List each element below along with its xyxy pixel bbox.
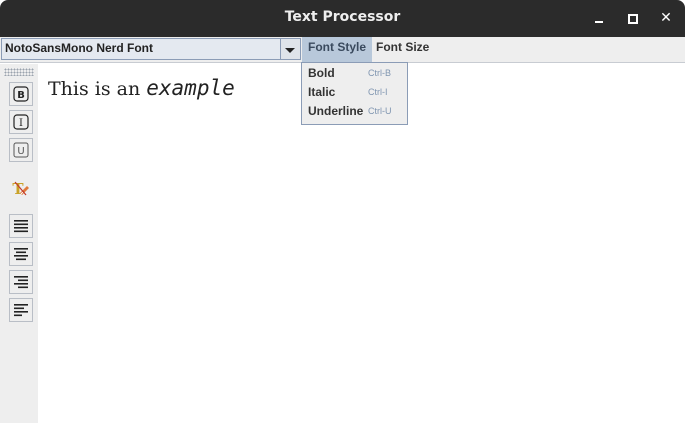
menu-item-bold[interactable]: Bold Ctrl-B — [302, 64, 407, 83]
minimize-icon[interactable] — [590, 9, 608, 27]
menu-item-label: Underline — [308, 104, 364, 118]
svg-text:B: B — [17, 90, 25, 101]
menu-item-shortcut: Ctrl-I — [368, 87, 388, 97]
window-title: Text Processor — [284, 9, 401, 25]
menu-item-shortcut: Ctrl-U — [368, 106, 392, 116]
clear-format-button[interactable]: T — [9, 176, 33, 200]
align-justify-icon — [14, 220, 28, 233]
underline-button[interactable]: U — [9, 138, 33, 162]
editor-text-normal: This is an — [48, 78, 147, 100]
bold-icon: B — [13, 86, 29, 102]
close-icon[interactable]: ✕ — [657, 9, 675, 27]
font-style-dropdown: Bold Ctrl-B Italic Ctrl-I Underline Ctrl… — [301, 62, 408, 125]
title-bar: Text Processor ✕ — [0, 0, 685, 37]
clear-format-icon: T — [12, 180, 29, 197]
chevron-down-icon[interactable] — [281, 38, 301, 60]
menu-item-underline[interactable]: Underline Ctrl-U — [302, 102, 407, 121]
editor-text-styled: example — [146, 76, 235, 100]
format-toolbar: B I U T — [0, 64, 38, 423]
menu-font-style[interactable]: Font Style — [302, 37, 373, 62]
svg-text:T: T — [12, 180, 24, 197]
menu-item-shortcut: Ctrl-B — [368, 68, 391, 78]
svg-text:U: U — [17, 146, 24, 157]
font-family-combo[interactable]: NotoSansMono Nerd Font — [1, 38, 281, 60]
align-left-icon — [14, 304, 28, 317]
align-right-icon — [14, 276, 28, 289]
align-justify-button[interactable] — [9, 214, 33, 238]
menu-font-size[interactable]: Font Size — [370, 37, 435, 62]
editor-line: This is an example — [48, 76, 235, 100]
align-left-button[interactable] — [9, 298, 33, 322]
menu-item-label: Italic — [308, 85, 336, 99]
align-right-button[interactable] — [9, 270, 33, 294]
align-center-button[interactable] — [9, 242, 33, 266]
underline-icon: U — [13, 142, 29, 158]
italic-icon: I — [13, 114, 29, 130]
menu-bar: NotoSansMono Nerd Font Font Style Font S… — [0, 37, 685, 63]
toolbar-grip[interactable] — [4, 68, 34, 76]
svg-text:I: I — [19, 118, 23, 129]
menu-item-label: Bold — [308, 66, 335, 80]
bold-button[interactable]: B — [9, 82, 33, 106]
align-center-icon — [14, 248, 28, 261]
menu-item-italic[interactable]: Italic Ctrl-I — [302, 83, 407, 102]
italic-button[interactable]: I — [9, 110, 33, 134]
maximize-icon[interactable] — [623, 9, 641, 27]
